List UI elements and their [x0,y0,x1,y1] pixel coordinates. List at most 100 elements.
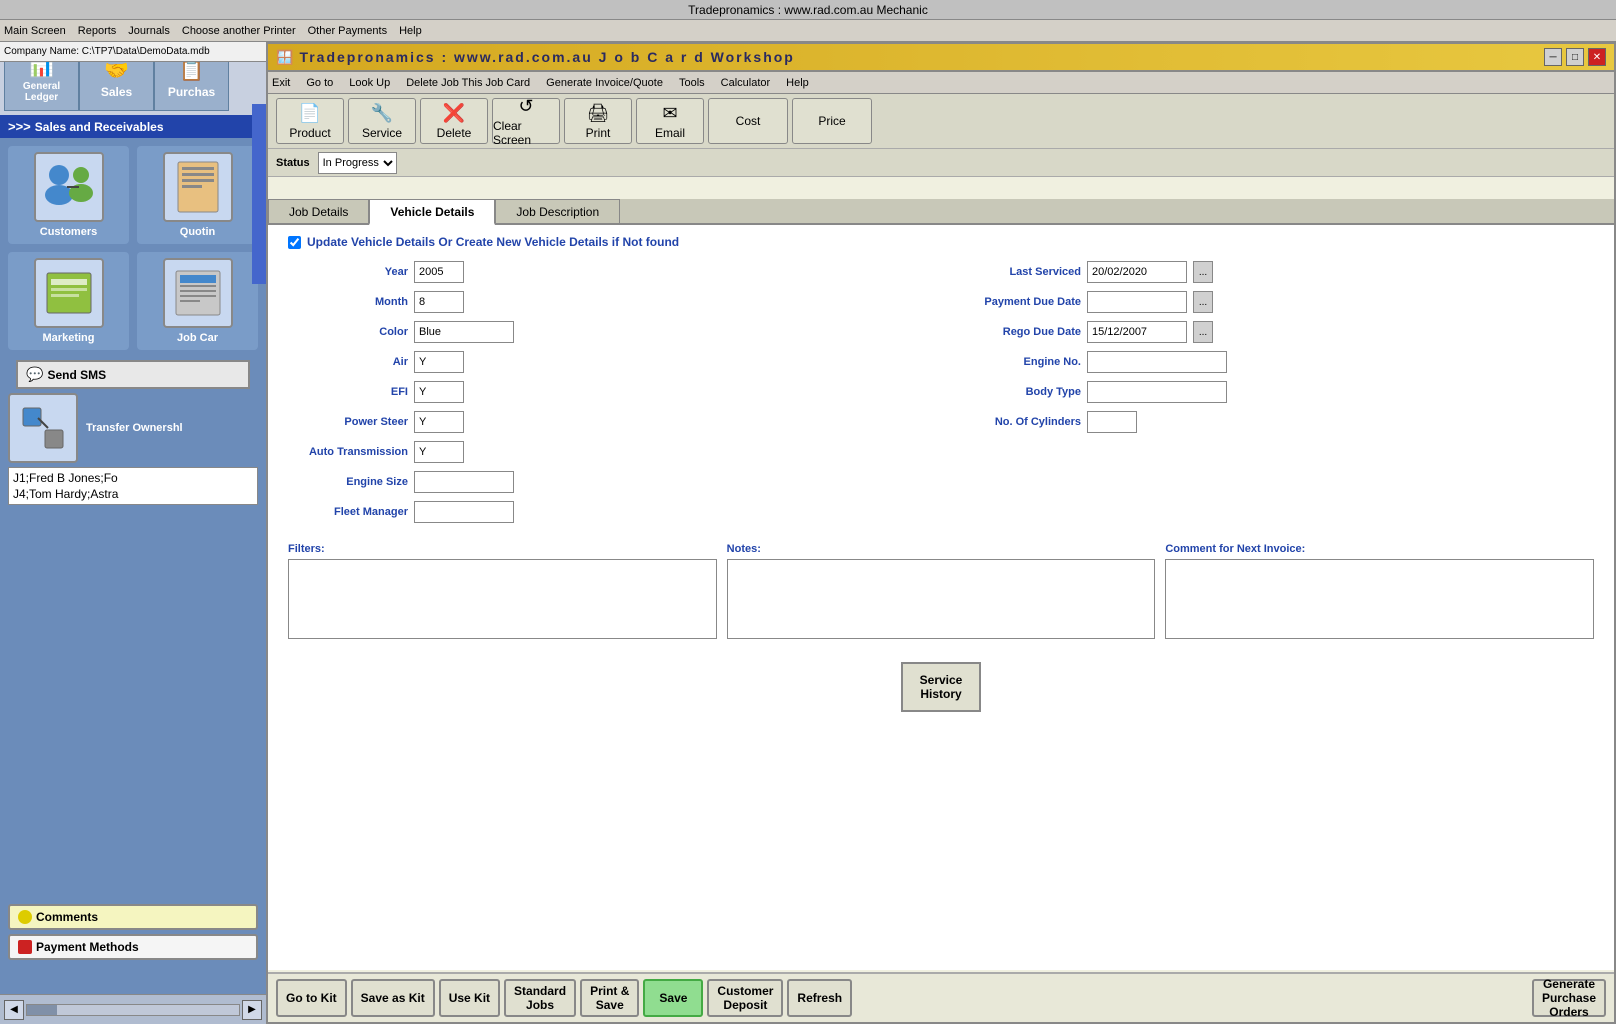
customers-item[interactable]: Customers [8,146,129,244]
body-type-input[interactable] [1087,381,1227,403]
menu-reports[interactable]: Reports [78,25,117,37]
comment-next-invoice-textarea[interactable] [1165,559,1594,639]
menu-tools[interactable]: Tools [679,77,705,89]
engine-no-input[interactable] [1087,351,1227,373]
efi-label: EFI [288,386,408,398]
month-input[interactable] [414,291,464,313]
service-history-button[interactable]: Service History [901,662,981,712]
notes-textarea[interactable] [727,559,1156,639]
power-steer-input[interactable] [414,411,464,433]
payment-due-date-button[interactable]: ... [1193,291,1213,313]
update-vehicle-checkbox-row: Update Vehicle Details Or Create New Veh… [288,235,1594,249]
menu-help[interactable]: Help [786,77,809,89]
color-input[interactable] [414,321,514,343]
payment-due-date-input[interactable] [1087,291,1187,313]
print-save-label: Print & Save [590,984,629,1012]
menu-generate-invoice[interactable]: Generate Invoice/Quote [546,77,663,89]
nav-right-button[interactable]: ▶ [242,1000,262,1020]
payment-due-date-row: Payment Due Date ... [961,291,1594,313]
menu-choose-printer[interactable]: Choose another Printer [182,25,296,37]
nav-scrollbar[interactable] [26,1004,240,1016]
close-button[interactable]: ✕ [1588,48,1606,66]
price-button[interactable]: Price [792,98,872,144]
refresh-button[interactable]: Refresh [787,979,852,1017]
last-serviced-date-button[interactable]: ... [1193,261,1213,283]
general-ledger-label: GeneralLedger [23,81,60,103]
job-cards-item[interactable]: Job Car [137,252,258,350]
job-list-item[interactable]: J4;Tom Hardy;Astra [11,486,255,502]
transfer-label: Transfer Ownershl [86,422,183,434]
comments-button[interactable]: Comments [8,904,258,930]
engine-size-input[interactable] [414,471,514,493]
tab-job-details[interactable]: Job Details [268,199,369,223]
fleet-manager-input[interactable] [414,501,514,523]
no-cylinders-input[interactable] [1087,411,1137,433]
job-list: J1;Fred B Jones;Fo J4;Tom Hardy;Astra [8,467,258,505]
print-button[interactable]: 🖨 Print [564,98,632,144]
cost-button[interactable]: Cost [708,98,788,144]
menu-main-screen[interactable]: Main Screen [4,25,66,37]
go-to-kit-label: Go to Kit [286,991,337,1005]
left-column: Year Month Color Air [288,261,921,531]
service-button[interactable]: 🔧 Service [348,98,416,144]
comments-label: Comments [36,910,98,924]
rego-due-date-input[interactable] [1087,321,1187,343]
tab-vehicle-details[interactable]: Vehicle Details [369,199,495,225]
menu-calculator[interactable]: Calculator [721,77,771,89]
generate-purchase-orders-button[interactable]: Generate Purchase Orders [1532,979,1606,1017]
company-label: Company Name: C:\TP7\Data\DemoData.mdb [4,46,210,57]
use-kit-button[interactable]: Use Kit [439,979,500,1017]
last-serviced-input[interactable] [1087,261,1187,283]
menu-look-up[interactable]: Look Up [349,77,390,89]
tab-job-description[interactable]: Job Description [495,199,620,223]
marketing-item[interactable]: Marketing [8,252,129,350]
efi-input[interactable] [414,381,464,403]
air-row: Air [288,351,921,373]
update-vehicle-checkbox[interactable] [288,236,301,249]
bottom-action-bar: Go to Kit Save as Kit Use Kit Standard J… [268,972,1614,1022]
menu-other-payments[interactable]: Other Payments [308,25,387,37]
menu-journals[interactable]: Journals [128,25,170,37]
menu-exit[interactable]: Exit [272,77,290,89]
auto-transmission-input[interactable] [414,441,464,463]
customer-deposit-button[interactable]: Customer Deposit [707,979,783,1017]
menu-delete-job[interactable]: Delete Job This Job Card [406,77,530,89]
payment-methods-button[interactable]: Payment Methods [8,934,258,960]
minimize-button[interactable]: ─ [1544,48,1562,66]
go-to-kit-button[interactable]: Go to Kit [276,979,347,1017]
tabs: Job Details Vehicle Details Job Descript… [268,199,1614,225]
rego-due-date-row: Rego Due Date ... [961,321,1594,343]
title-bar: Tradepronamics : www.rad.com.au Mechanic [0,0,1616,20]
air-input[interactable] [414,351,464,373]
rego-due-date-button[interactable]: ... [1193,321,1213,343]
nav-left-button[interactable]: ◀ [4,1000,24,1020]
transfer-icon-box [8,393,78,463]
menu-help[interactable]: Help [399,25,422,37]
status-select[interactable]: In Progress Completed Pending Cancelled [318,152,397,174]
clear-screen-button[interactable]: ↺ Clear Screen [492,98,560,144]
menu-go-to[interactable]: Go to [306,77,333,89]
icon-grid: Customers Quotin [0,138,266,358]
delete-button[interactable]: ❌ Delete [420,98,488,144]
job-cards-icon-box [163,258,233,328]
maximize-button[interactable]: □ [1566,48,1584,66]
service-label: Service [362,126,402,140]
service-icon: 🔧 [371,103,393,124]
print-save-button[interactable]: Print & Save [580,979,639,1017]
email-button[interactable]: ✉ Email [636,98,704,144]
standard-jobs-button[interactable]: Standard Jobs [504,979,576,1017]
year-input[interactable] [414,261,464,283]
refresh-label: Refresh [797,991,842,1005]
job-list-item[interactable]: J1;Fred B Jones;Fo [11,470,255,486]
save-as-kit-button[interactable]: Save as Kit [351,979,435,1017]
sms-icon: 💬 [26,366,43,383]
power-steer-row: Power Steer [288,411,921,433]
filters-textarea[interactable] [288,559,717,639]
quoting-item[interactable]: Quotin [137,146,258,244]
send-sms-button[interactable]: 💬 Send SMS [16,360,250,389]
save-button[interactable]: Save [643,979,703,1017]
product-button[interactable]: 📄 Product [276,98,344,144]
print-icon: 🖨 [587,103,610,124]
engine-size-row: Engine Size [288,471,921,493]
sales-label: Sales [101,85,132,99]
